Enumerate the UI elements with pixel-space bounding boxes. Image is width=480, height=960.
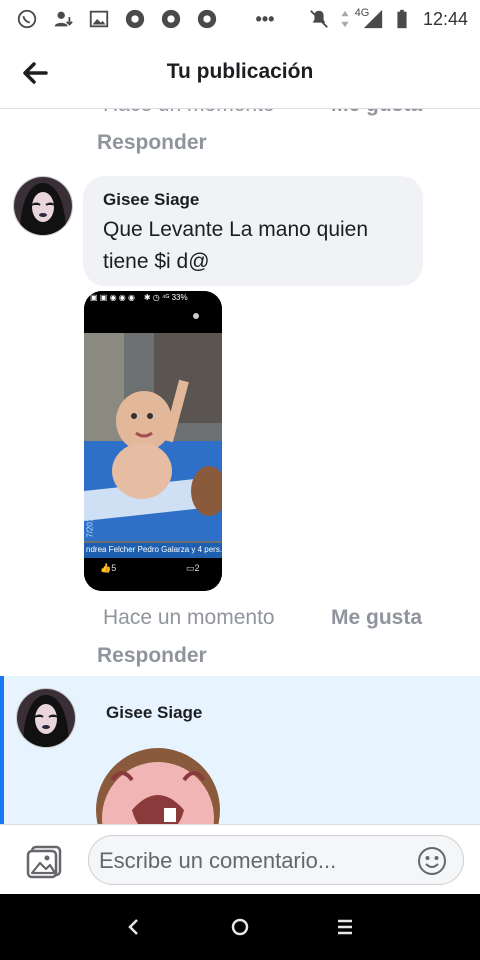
photo-status-bar: ▣ ▣ ◉ ◉ ◉ ✱ ◷ ⁴ᴳ 33% [90, 293, 188, 302]
comment-author[interactable]: Gisee Siage [106, 703, 202, 723]
chrome-icon [197, 9, 217, 29]
like-link[interactable]: Me gusta [331, 606, 422, 630]
avatar-image [14, 177, 72, 235]
comment-photo[interactable]: ▣ ▣ ◉ ◉ ◉ ✱ ◷ ⁴ᴳ 33% 7/2012 ndrea Felche… [84, 291, 222, 591]
comments-list[interactable]: Hace un momento Me gusta Responder Gisee… [0, 109, 480, 824]
add-photo-icon[interactable] [26, 843, 64, 879]
signal-icon [363, 9, 383, 29]
comment-composer: Escribe un comentario... [0, 824, 480, 895]
avatar-image [17, 689, 75, 747]
highlight-bar [0, 676, 4, 824]
photo-caption: ndrea Felcher Pedro Galarza y 4 pers... [86, 545, 222, 554]
clock: 12:44 [422, 9, 468, 29]
comment-time: Hace un momento [103, 606, 275, 629]
avatar[interactable] [13, 176, 73, 236]
comment-time: Hace un momento [103, 109, 275, 117]
comment-text: Que Levante La mano quien tiene $i d@ [103, 218, 369, 273]
battery-icon [397, 9, 407, 29]
comment-author[interactable]: Gisee Siage [103, 190, 199, 210]
status-bar: ••• 4G 12:44 [0, 0, 480, 38]
nav-home-icon[interactable] [225, 912, 255, 942]
page-title: Tu publicación [166, 60, 314, 83]
photo-comments: ▭2 [186, 563, 200, 573]
comment-input-placeholder: Escribe un comentario... [99, 848, 337, 873]
data-arrows-icon [341, 10, 349, 28]
nav-recents-icon[interactable] [330, 912, 360, 942]
mute-icon [310, 10, 328, 28]
app-header: Tu publicación [0, 38, 480, 109]
sticker-image[interactable] [92, 740, 232, 824]
gallery-icon [89, 10, 109, 28]
emoji-icon[interactable] [417, 846, 447, 876]
reply-link[interactable]: Responder [97, 131, 207, 155]
like-link[interactable]: Me gusta [331, 109, 422, 117]
system-nav-bar [0, 894, 480, 960]
comment-bubble[interactable]: Gisee Siage Que Levante La mano quien ti… [83, 176, 423, 286]
photo-likes: 👍5 [100, 563, 117, 573]
chrome-icon [161, 9, 181, 29]
nav-back-icon[interactable] [119, 912, 149, 942]
more-icon: ••• [255, 9, 275, 29]
comment-input[interactable]: Escribe un comentario... [88, 835, 464, 885]
person-upload-icon [54, 11, 73, 27]
photo-side-text: 7/2012 [85, 513, 95, 538]
highlighted-comment[interactable]: Gisee Siage [0, 676, 480, 824]
avatar[interactable] [16, 688, 76, 748]
reply-link[interactable]: Responder [97, 644, 207, 668]
chrome-icon [125, 9, 145, 29]
whatsapp-icon [17, 9, 37, 29]
